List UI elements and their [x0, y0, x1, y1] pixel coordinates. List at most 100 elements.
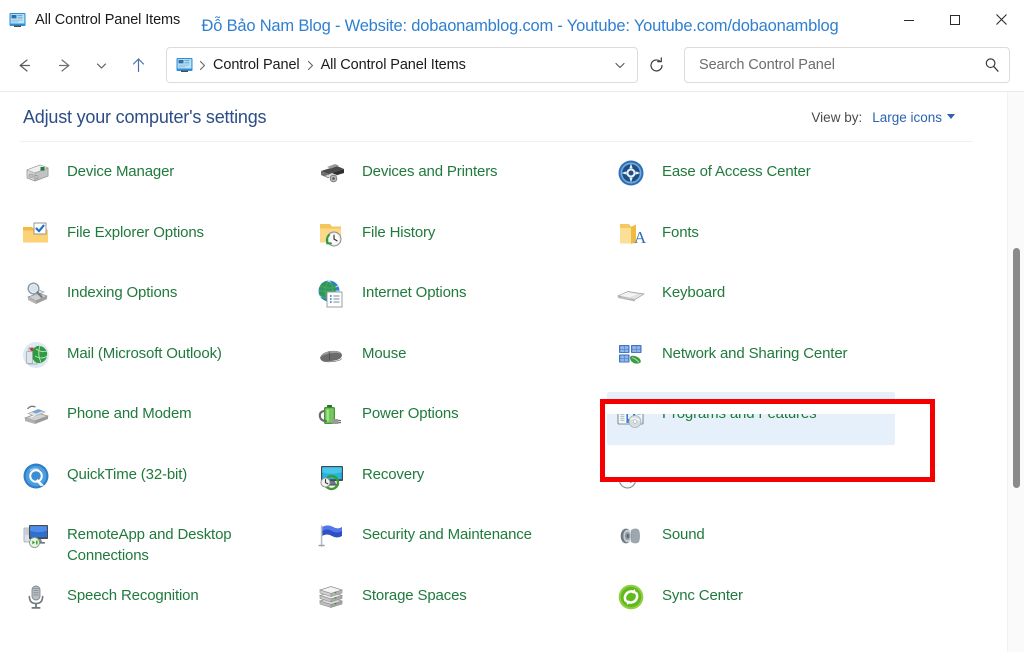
item-label: Security and Maintenance [362, 526, 532, 543]
control-panel-icon [9, 12, 26, 28]
item-label: Fonts [662, 223, 699, 241]
control-panel-item-devices-and-printers[interactable]: Devices and Printers [295, 150, 595, 211]
refresh-button[interactable] [639, 47, 673, 83]
scrollbar-thumb[interactable] [1013, 248, 1020, 488]
control-panel-item-sound[interactable]: Sound [595, 513, 1007, 574]
item-label: Phone and Modem [67, 405, 192, 422]
indexing-icon [20, 278, 52, 310]
power-options-icon [315, 399, 347, 431]
quicktime-icon [20, 460, 52, 492]
control-panel-item-mouse[interactable]: Mouse [295, 332, 595, 393]
view-by-value: Large icons [872, 109, 942, 125]
minimize-button[interactable] [886, 0, 932, 39]
microphone-icon [20, 581, 52, 613]
recent-locations-button[interactable] [84, 47, 118, 83]
forward-button[interactable] [44, 47, 84, 83]
up-button[interactable] [118, 47, 158, 83]
item-label: Power Options [362, 405, 459, 422]
mail-icon [20, 339, 52, 371]
ease-of-access-icon [615, 157, 647, 189]
page-header: Adjust your computer's settings View by:… [0, 92, 1007, 142]
annotation-mask-bottom [605, 460, 930, 477]
keyboard-icon [615, 278, 647, 310]
item-label: Mail (Microsoft Outlook) [67, 344, 222, 362]
caption-buttons [886, 0, 1024, 39]
control-panel-item-internet-options[interactable]: Internet Options [295, 271, 595, 332]
control-panel-window: All Control Panel Items Đỗ Bảo Nam Blog … [0, 0, 1024, 652]
item-label: Speech Recognition [67, 586, 199, 604]
control-panel-item-storage-spaces[interactable]: Storage Spaces [295, 574, 595, 635]
folder-options-icon [20, 218, 52, 250]
breadcrumb-separator-icon [305, 60, 316, 71]
item-label: File History [362, 223, 436, 241]
control-panel-item-device-manager[interactable]: Device Manager [0, 150, 295, 211]
item-label: Keyboard [662, 284, 726, 301]
sync-center-icon [615, 581, 647, 613]
fonts-folder-icon: A [615, 218, 647, 250]
control-panel-item-quicktime-32-bit[interactable]: QuickTime (32-bit) [0, 453, 295, 514]
control-panel-item-power-options[interactable]: Power Options [295, 392, 595, 453]
chevron-down-icon[interactable] [607, 50, 633, 80]
control-panel-item-remoteapp-and-desktop-connections[interactable]: RemoteApp and Desktop Connections [0, 513, 295, 574]
view-by-label: View by: [811, 109, 863, 125]
security-flag-icon [315, 520, 347, 552]
item-label: Devices and Printers [362, 163, 498, 180]
breadcrumb-control-panel[interactable]: Control Panel [208, 54, 305, 76]
address-bar[interactable]: Control Panel All Control Panel Items [166, 47, 638, 83]
breadcrumb-separator-icon [197, 60, 208, 71]
control-panel-item-indexing-options[interactable]: Indexing Options [0, 271, 295, 332]
search-box[interactable] [684, 47, 1010, 83]
breadcrumb-all-control-panel-items[interactable]: All Control Panel Items [316, 54, 471, 76]
item-label: Sound [662, 526, 705, 543]
item-label: Sync Center [662, 586, 743, 604]
item-label: Indexing Options [67, 284, 178, 301]
control-panel-item-network-and-sharing-center[interactable]: Network and Sharing Center [595, 332, 1007, 393]
items-panel: Adjust your computer's settings View by:… [0, 92, 1007, 652]
maximize-button[interactable] [932, 0, 978, 39]
view-by-dropdown[interactable]: Large icons [872, 110, 955, 125]
control-panel-item-fonts[interactable]: A Fonts [595, 211, 1007, 272]
chevron-down-icon [947, 113, 955, 119]
phone-modem-icon [20, 399, 52, 431]
item-label: Device Manager [67, 163, 175, 180]
vertical-scrollbar[interactable] [1007, 92, 1024, 652]
control-panel-item-speech-recognition[interactable]: Speech Recognition [0, 574, 295, 635]
close-button[interactable] [978, 0, 1024, 39]
internet-options-icon [315, 278, 347, 310]
control-panel-item-recovery[interactable]: Recovery [295, 453, 595, 514]
window-title: All Control Panel Items [35, 11, 181, 28]
item-label: Storage Spaces [362, 586, 467, 604]
control-panel-item-mail-microsoft-outlook[interactable]: Mail (Microsoft Outlook) [0, 332, 295, 393]
back-button[interactable] [4, 47, 44, 83]
control-panel-item-security-and-maintenance[interactable]: Security and Maintenance [295, 513, 595, 574]
control-panel-item-grid: Device Manager Devices and Printers Ease… [0, 142, 1007, 634]
content-area: Adjust your computer's settings View by:… [0, 91, 1024, 652]
control-panel-item-file-history[interactable]: File History [295, 211, 595, 272]
item-label: Internet Options [362, 284, 467, 301]
search-input[interactable] [697, 56, 984, 74]
item-label: QuickTime (32-bit) [67, 465, 188, 483]
view-by-control: View by: Large icons [811, 110, 989, 125]
item-label: Ease of Access Center [662, 163, 811, 180]
item-label: Network and Sharing Center [662, 344, 848, 362]
item-label: RemoteApp and Desktop Connections [67, 526, 232, 564]
control-panel-item-phone-and-modem[interactable]: Phone and Modem [0, 392, 295, 453]
svg-text:A: A [634, 228, 647, 247]
title-bar-left: All Control Panel Items [0, 12, 180, 28]
device-manager-icon [20, 157, 52, 189]
item-label: Recovery [362, 465, 425, 483]
remoteapp-icon [20, 520, 52, 552]
item-label: File Explorer Options [67, 223, 204, 241]
file-history-icon [315, 218, 347, 250]
mouse-icon [315, 339, 347, 371]
page-title: Adjust your computer's settings [23, 106, 267, 127]
control-panel-item-programs-and-features[interactable]: Programs and Features [595, 392, 1007, 453]
control-panel-item-ease-of-access-center[interactable]: Ease of Access Center [595, 150, 1007, 211]
control-panel-item-sync-center[interactable]: Sync Center [595, 574, 1007, 635]
navigation-bar: Control Panel All Control Panel Items [0, 39, 1024, 91]
title-bar: All Control Panel Items [0, 0, 1024, 39]
control-panel-item-file-explorer-options[interactable]: File Explorer Options [0, 211, 295, 272]
search-icon[interactable] [984, 57, 1000, 73]
control-panel-item-keyboard[interactable]: Keyboard [595, 271, 1007, 332]
annotation-mask-top [605, 404, 930, 414]
